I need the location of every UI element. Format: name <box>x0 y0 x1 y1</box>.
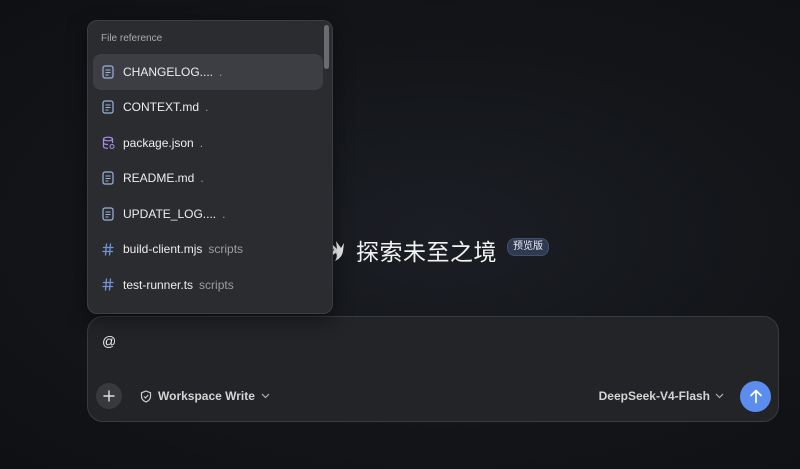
shield-icon <box>140 389 152 403</box>
arrow-up-icon <box>749 389 762 403</box>
workspace-mode-dropdown[interactable]: Workspace Write <box>140 389 270 403</box>
model-selector-dropdown[interactable]: DeepSeek-V4-Flash <box>599 389 724 403</box>
file-item[interactable]: build-client.mjs scripts <box>93 232 323 268</box>
document-icon <box>101 207 115 221</box>
file-name: README.md <box>123 171 195 186</box>
send-button[interactable] <box>740 380 771 412</box>
composer-toolbar: Workspace Write DeepSeek-V4-Flash <box>94 380 771 412</box>
file-item[interactable]: CHANGELOG..... <box>93 54 323 90</box>
preview-badge: 预览版 <box>507 238 549 256</box>
file-directory: scripts <box>208 242 244 257</box>
document-icon <box>101 100 115 114</box>
hero: 探索未至之境 预览版 <box>326 233 549 267</box>
file-item[interactable]: test-runner.ts scripts <box>93 267 323 303</box>
file-name: package.json <box>123 135 194 150</box>
file-directory: . <box>222 206 226 221</box>
database-icon <box>101 136 115 150</box>
file-name: CONTEXT.md <box>123 100 200 115</box>
file-item[interactable]: UPDATE_LOG..... <box>93 196 323 232</box>
document-icon <box>101 65 115 79</box>
chevron-down-icon <box>715 393 724 399</box>
file-directory: scripts <box>199 277 234 292</box>
file-name: test-runner.ts <box>123 277 194 292</box>
plus-icon <box>103 390 115 402</box>
hash-icon <box>101 278 115 292</box>
file-item[interactable]: CONTEXT.md. <box>93 90 323 126</box>
add-attachment-button[interactable] <box>96 383 122 409</box>
hero-title: 探索未至之境 <box>356 240 497 266</box>
file-item[interactable]: package.json. <box>93 125 323 161</box>
chevron-down-icon <box>261 393 270 399</box>
file-directory: . <box>219 64 223 79</box>
file-directory: . <box>205 100 209 115</box>
document-icon <box>101 171 115 185</box>
file-reference-popup: File reference CHANGELOG..... CONTEXT.md.… <box>87 20 333 314</box>
file-name: CHANGELOG.... <box>123 64 214 79</box>
prompt-input[interactable]: @ <box>102 333 116 349</box>
file-directory: . <box>200 171 204 186</box>
popup-header: File reference <box>101 33 163 44</box>
hash-icon <box>101 242 115 256</box>
file-name: UPDATE_LOG.... <box>123 206 217 221</box>
file-name: build-client.mjs <box>123 242 203 257</box>
file-list: CHANGELOG..... CONTEXT.md. package.json. RE… <box>93 54 323 303</box>
file-directory: . <box>199 135 204 150</box>
workspace-mode-label: Workspace Write <box>158 389 255 403</box>
composer: @ Workspace Write DeepSeek-V4-Flash <box>87 316 779 422</box>
file-item[interactable]: README.md. <box>93 161 323 197</box>
popup-scrollbar[interactable] <box>324 25 329 69</box>
model-label: DeepSeek-V4-Flash <box>598 389 710 403</box>
